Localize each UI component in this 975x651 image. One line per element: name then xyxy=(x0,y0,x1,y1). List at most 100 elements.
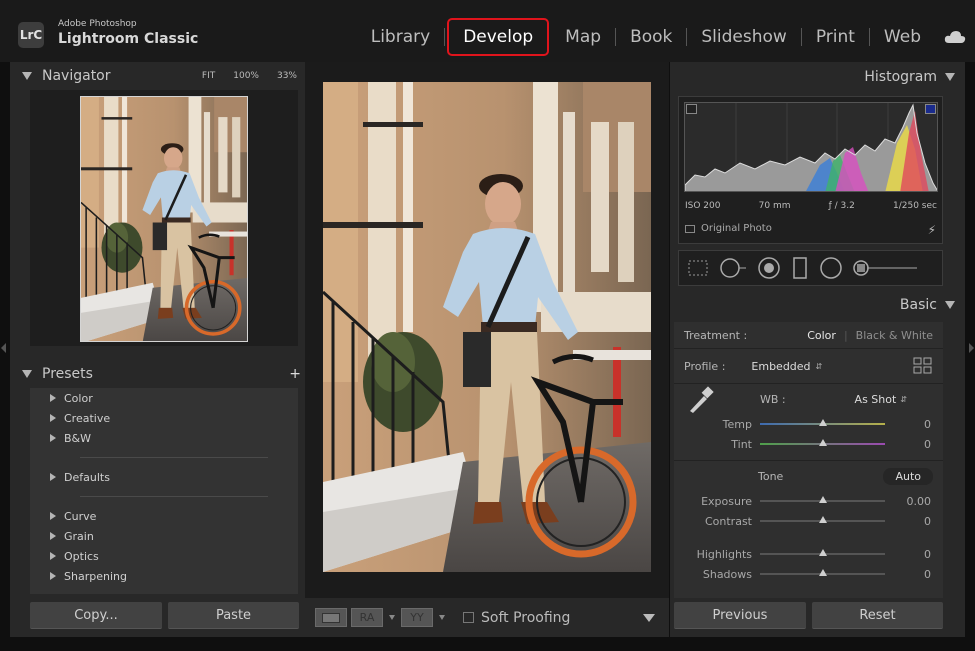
treatment-color[interactable]: Color xyxy=(807,329,836,342)
preset-group-sharpening[interactable]: Sharpening xyxy=(30,566,298,586)
paste-button[interactable]: Paste xyxy=(168,602,299,629)
presets-header[interactable]: Presets + xyxy=(10,360,305,388)
temp-label: Temp xyxy=(722,417,752,431)
histogram-graph[interactable] xyxy=(684,102,938,192)
basic-header[interactable]: Basic xyxy=(670,290,965,320)
temp-slider-thumb[interactable] xyxy=(818,419,827,426)
module-library[interactable]: Library xyxy=(357,20,444,54)
profile-browser-grid-icon[interactable] xyxy=(913,357,933,375)
temp-value[interactable]: 0 xyxy=(885,418,931,431)
app-title: Lightroom Classic xyxy=(58,31,199,47)
zoom-33[interactable]: 33% xyxy=(277,71,297,81)
basic-title: Basic xyxy=(899,297,937,313)
tint-slider[interactable] xyxy=(760,439,885,446)
chevron-down-icon[interactable] xyxy=(389,615,395,620)
collapse-icon xyxy=(945,301,955,309)
original-photo-label: Original Photo xyxy=(701,223,772,234)
right-panel: Histogram ISO 200 70 mm ƒ / 3.2 1/250 se… xyxy=(670,62,965,637)
chevron-updown-icon[interactable]: ⇵ xyxy=(900,395,907,404)
soft-proofing-checkbox[interactable] xyxy=(463,612,474,623)
before-after-swap-button[interactable]: YY xyxy=(401,608,433,627)
highlights-slider[interactable] xyxy=(760,549,885,556)
reset-button[interactable]: Reset xyxy=(812,602,943,629)
cloud-icon[interactable] xyxy=(935,20,975,54)
profile-label: Profile : xyxy=(684,359,726,373)
preset-group-grain[interactable]: Grain xyxy=(30,526,298,546)
exposure-value[interactable]: 0.00 xyxy=(885,495,932,508)
eyedropper-icon[interactable] xyxy=(686,384,716,414)
zoom-fit[interactable]: FIT xyxy=(202,71,215,81)
contrast-slider-row: Contrast 0 xyxy=(674,511,943,531)
navigator-preview[interactable] xyxy=(30,90,298,346)
treatment-bw[interactable]: Black & White xyxy=(856,329,933,342)
contrast-value[interactable]: 0 xyxy=(885,515,931,528)
red-eye-icon[interactable] xyxy=(757,256,781,280)
navigator-thumbnail[interactable] xyxy=(80,96,248,342)
preset-group-curve[interactable]: Curve xyxy=(30,506,298,526)
preset-group-creative[interactable]: Creative xyxy=(30,408,298,428)
collapse-icon xyxy=(22,72,32,80)
develop-tool-strip xyxy=(678,250,943,286)
auto-tone-button[interactable]: Auto xyxy=(883,467,933,485)
soft-proofing-toggle[interactable]: Soft Proofing xyxy=(463,610,570,626)
tint-value[interactable]: 0 xyxy=(885,438,931,451)
expand-icon xyxy=(50,532,56,540)
chevron-down-icon[interactable] xyxy=(439,615,445,620)
tone-row: Tone Auto xyxy=(674,461,943,491)
crop-overlay-icon[interactable] xyxy=(687,259,709,277)
highlights-value[interactable]: 0 xyxy=(885,548,931,561)
adjustment-brush-icon[interactable] xyxy=(853,258,919,278)
contrast-slider-thumb[interactable] xyxy=(818,516,827,523)
original-photo-toggle[interactable]: Original Photo xyxy=(685,223,772,234)
shadows-slider-thumb[interactable] xyxy=(818,569,827,576)
wb-row: WB : As Shot ⇵ xyxy=(674,384,943,414)
module-map[interactable]: Map xyxy=(551,20,615,54)
previous-button[interactable]: Previous xyxy=(674,602,806,629)
right-panel-toggle-icon[interactable] xyxy=(969,343,974,353)
radial-filter-icon[interactable] xyxy=(819,256,843,280)
shadows-value[interactable]: 0 xyxy=(885,568,931,581)
shadow-clipping-icon[interactable] xyxy=(686,104,697,114)
wb-select[interactable]: As Shot xyxy=(855,393,897,406)
module-book[interactable]: Book xyxy=(616,20,686,54)
plus-icon[interactable]: + xyxy=(289,366,301,382)
lightning-icon[interactable]: ⚡ xyxy=(928,223,936,237)
temp-slider[interactable] xyxy=(760,419,885,426)
module-develop[interactable]: Develop xyxy=(447,18,550,56)
tint-slider-thumb[interactable] xyxy=(818,439,827,446)
highlight-clipping-icon[interactable] xyxy=(925,104,936,114)
copy-button[interactable]: Copy... xyxy=(30,602,162,629)
shadows-slider[interactable] xyxy=(760,569,885,576)
expand-icon xyxy=(50,512,56,520)
navigator-header[interactable]: Navigator FIT 100% 33% xyxy=(10,62,305,90)
toolbar-menu-icon[interactable] xyxy=(643,613,655,622)
image-canvas xyxy=(305,62,669,598)
main-photo[interactable] xyxy=(323,82,651,572)
preset-group-optics[interactable]: Optics xyxy=(30,546,298,566)
graduated-filter-icon[interactable] xyxy=(791,256,809,280)
presets-list: Color Creative B&W Defaults Curve Grain … xyxy=(30,388,298,594)
module-slideshow[interactable]: Slideshow xyxy=(687,20,800,54)
module-web[interactable]: Web xyxy=(870,20,935,54)
loupe-view-button[interactable] xyxy=(315,608,347,627)
left-panel-toggle-icon[interactable] xyxy=(1,343,6,353)
contrast-slider[interactable] xyxy=(760,516,885,523)
treatment-row: Treatment : Color | Black & White xyxy=(684,328,933,342)
highlights-slider-thumb[interactable] xyxy=(818,549,827,556)
preset-group-defaults[interactable]: Defaults xyxy=(30,467,298,487)
original-photo-checkbox[interactable] xyxy=(685,224,695,233)
spot-removal-icon[interactable] xyxy=(719,257,747,279)
profile-select[interactable]: Embedded xyxy=(751,360,810,373)
histogram-header[interactable]: Histogram xyxy=(670,62,965,92)
shadows-label: Shadows xyxy=(702,567,752,581)
exposure-slider-thumb[interactable] xyxy=(818,496,827,503)
profile-row: Profile : Embedded ⇵ xyxy=(674,349,943,383)
before-after-button[interactable]: RA xyxy=(351,608,383,627)
preset-group-bw[interactable]: B&W xyxy=(30,428,298,448)
expand-icon xyxy=(50,552,56,560)
chevron-updown-icon[interactable]: ⇵ xyxy=(816,362,823,371)
zoom-100[interactable]: 100% xyxy=(233,71,259,81)
exposure-slider[interactable] xyxy=(760,496,885,503)
module-print[interactable]: Print xyxy=(802,20,869,54)
preset-group-color[interactable]: Color xyxy=(30,388,298,408)
